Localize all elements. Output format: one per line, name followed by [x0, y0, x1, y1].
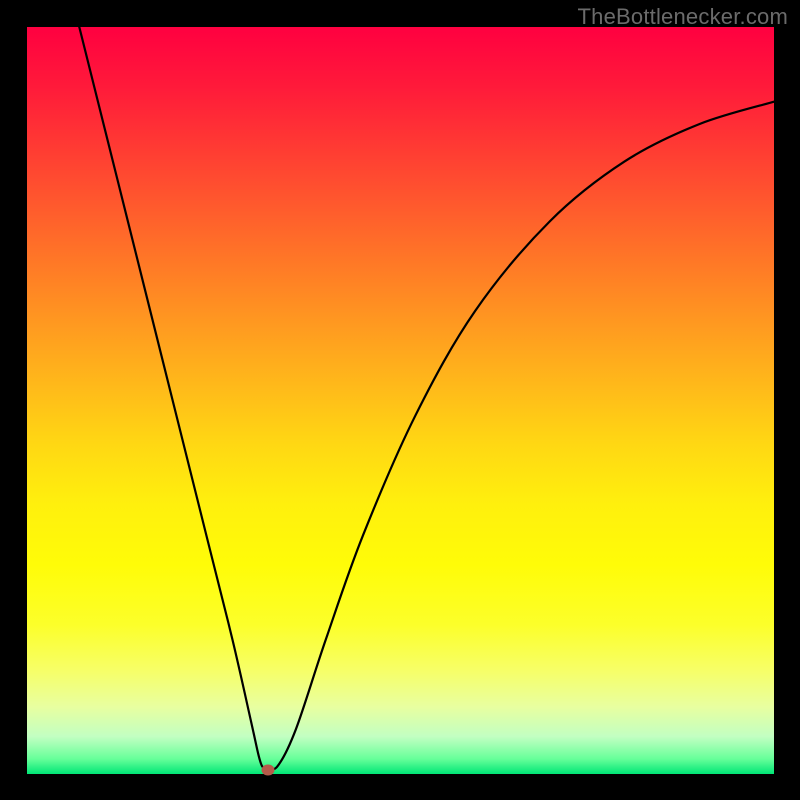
bottleneck-curve [27, 27, 774, 774]
plot-area [27, 27, 774, 774]
optimal-point-marker [261, 764, 274, 775]
chart-frame: TheBottlenecker.com [0, 0, 800, 800]
